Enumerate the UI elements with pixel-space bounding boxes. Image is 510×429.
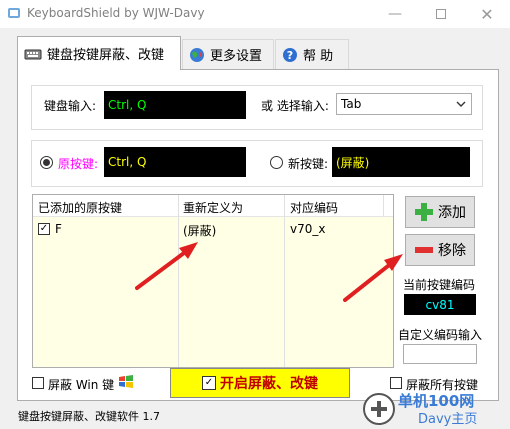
watermark-logo-icon — [363, 393, 395, 425]
tab-label: 键盘按键屏蔽、改键 — [47, 48, 165, 63]
block-all-checkbox[interactable] — [390, 377, 402, 389]
start-button-label: 开启屏蔽、改键 — [220, 376, 318, 392]
block-win-checkbox[interactable] — [32, 377, 44, 389]
block-win-label: 屏蔽 Win 键 — [48, 378, 115, 392]
remove-button[interactable]: 移除 — [405, 234, 475, 266]
plus-icon — [415, 203, 433, 221]
custom-code-input[interactable] — [403, 344, 477, 364]
add-button-label: 添加 — [438, 205, 466, 221]
current-code-display: cv81 — [404, 294, 476, 315]
custom-code-label: 自定义编码输入 — [398, 328, 483, 342]
current-code-value: cv81 — [425, 297, 455, 312]
start-block-button[interactable]: ✓ 开启屏蔽、改键 — [170, 368, 350, 398]
start-checkbox: ✓ — [202, 376, 216, 390]
add-button[interactable]: 添加 — [405, 196, 475, 228]
keyboard-icon — [24, 49, 42, 59]
status-text: 键盘按键屏蔽、改键软件 1.7 — [18, 410, 160, 423]
minus-icon — [415, 247, 433, 253]
windows-logo-icon — [119, 375, 133, 388]
remove-button-label: 移除 — [438, 243, 466, 259]
watermark-link[interactable]: Davy主页 — [418, 408, 477, 427]
current-code-label: 当前按键编码 — [403, 278, 476, 292]
tab-keyboard-block[interactable]: 键盘按键屏蔽、改键 — [17, 36, 181, 70]
